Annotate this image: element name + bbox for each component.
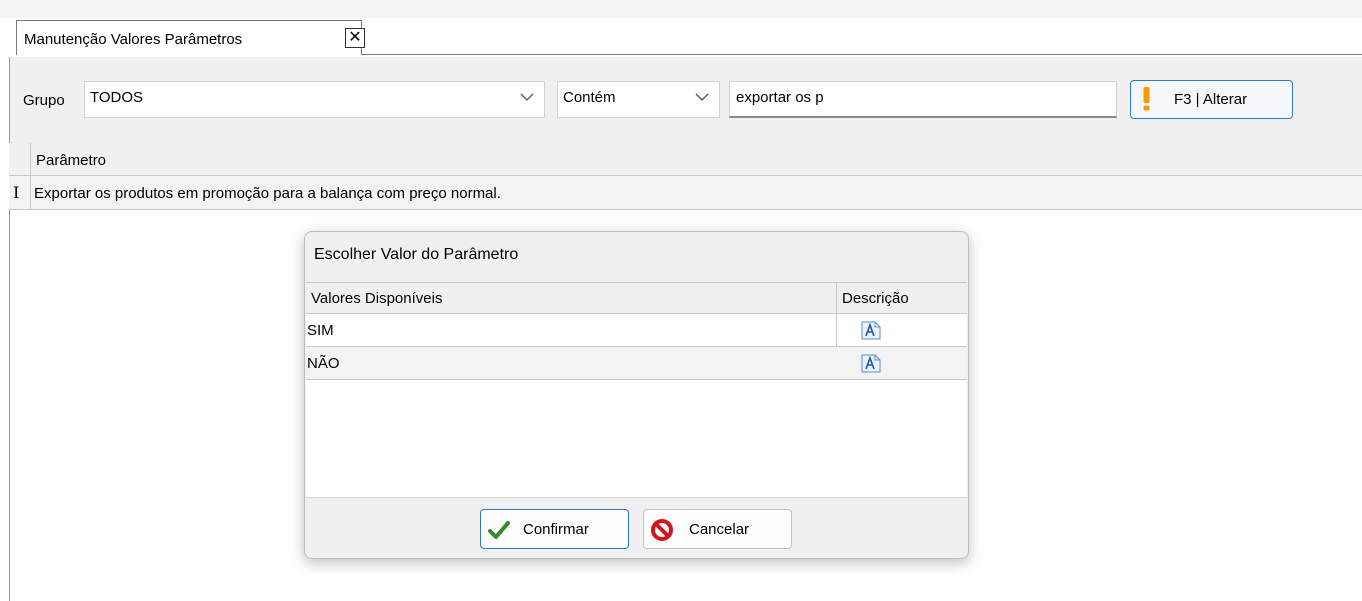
table-row[interactable]: NÃO xyxy=(306,347,967,380)
valores-table-header: Valores Disponíveis Descrição xyxy=(306,282,967,314)
row-indicator-separator xyxy=(30,176,31,209)
grupo-select-value: TODOS xyxy=(90,89,144,106)
close-icon[interactable]: ✕ xyxy=(345,28,365,48)
tab-strip-line xyxy=(362,54,1362,55)
description-document-icon[interactable] xyxy=(861,321,881,340)
column-header-descricao[interactable]: Descrição xyxy=(842,290,909,307)
match-mode-select[interactable]: Contém xyxy=(557,81,720,118)
grupo-label: Grupo xyxy=(23,92,65,109)
alterar-button[interactable]: F3 | Alterar xyxy=(1130,80,1293,119)
table-row[interactable]: I Exportar os produtos em promoção para … xyxy=(9,176,1362,210)
cancel-button[interactable]: Cancelar xyxy=(643,509,792,549)
search-input[interactable]: exportar os p xyxy=(729,81,1117,118)
column-header-parametro[interactable]: Parâmetro xyxy=(36,152,106,169)
dialog-title: Escolher Valor do Parâmetro xyxy=(314,246,519,263)
chevron-down-icon xyxy=(695,93,709,101)
table-row[interactable]: SIM xyxy=(306,314,967,347)
alterar-label: F3 | Alterar xyxy=(1174,91,1248,108)
column-header-valores[interactable]: Valores Disponíveis xyxy=(311,290,442,307)
row-cursor-icon: I xyxy=(13,183,20,202)
tab-title: Manutenção Valores Parâmetros xyxy=(24,31,243,48)
exclamation-icon xyxy=(1143,87,1150,111)
chevron-down-icon xyxy=(520,93,534,101)
cancel-circle-icon xyxy=(651,519,673,541)
escolher-valor-dialog: Escolher Valor do Parâmetro Valores Disp… xyxy=(304,231,969,559)
confirm-button[interactable]: Confirmar xyxy=(480,509,629,549)
grupo-select[interactable]: TODOS xyxy=(84,81,545,118)
valor-cell: NÃO xyxy=(307,355,340,372)
grid-header: Parâmetro xyxy=(9,143,1362,176)
checkmark-icon xyxy=(488,521,510,539)
match-mode-value: Contém xyxy=(563,89,616,106)
parametro-cell: Exportar os produtos em promoção para a … xyxy=(34,185,501,202)
valores-table: Valores Disponíveis Descrição SIM NÃO xyxy=(306,282,967,497)
dialog-footer-divider xyxy=(305,497,968,498)
description-document-icon[interactable] xyxy=(861,354,881,373)
valor-cell: SIM xyxy=(307,322,334,339)
grid-header-corner xyxy=(9,143,31,175)
top-strip xyxy=(0,0,1362,18)
cancel-label: Cancelar xyxy=(689,521,750,538)
tab-manutencao-valores[interactable]: Manutenção Valores Parâmetros ✕ xyxy=(16,20,365,55)
confirm-label: Confirmar xyxy=(523,521,589,538)
